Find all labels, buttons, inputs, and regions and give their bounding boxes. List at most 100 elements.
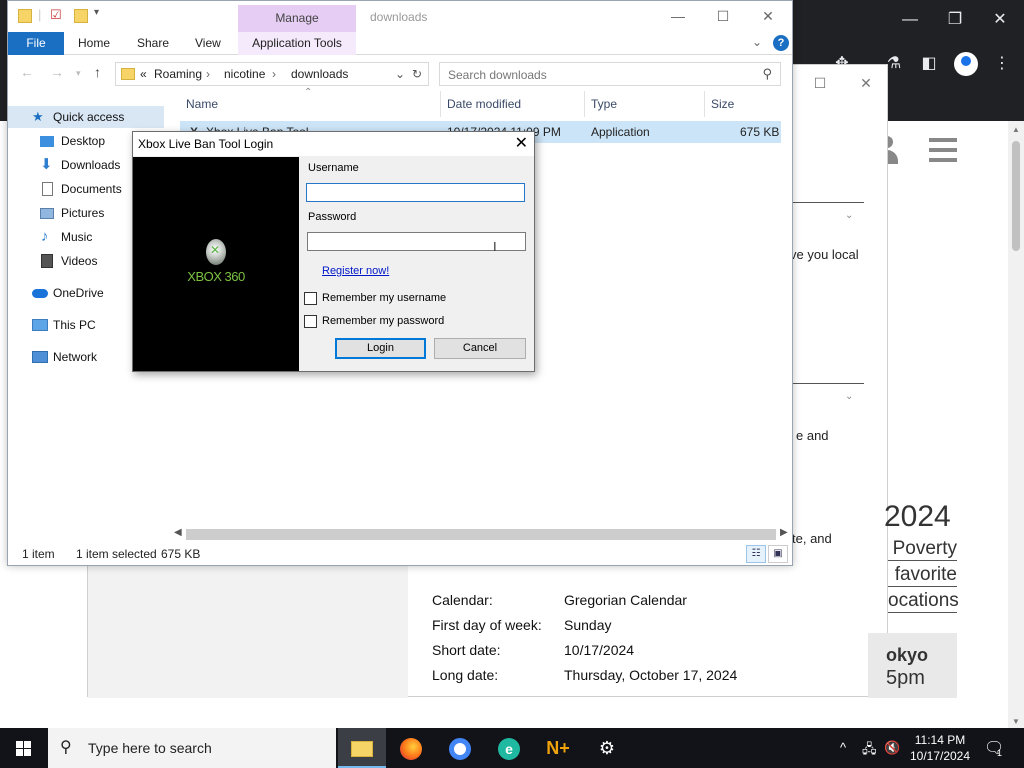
explorer-maximize-button[interactable]: ☐ bbox=[703, 5, 743, 27]
web-dialog-close-icon[interactable]: ✕ bbox=[856, 73, 876, 93]
login-titlebar[interactable]: Xbox Live Ban Tool Login ✕ bbox=[133, 132, 534, 156]
browser-restore-button[interactable]: ❐ bbox=[943, 8, 967, 32]
scroll-thumb[interactable] bbox=[1012, 141, 1020, 251]
info-value: 10/17/2024 bbox=[564, 642, 635, 658]
show-hidden-icons-icon[interactable]: ^ bbox=[840, 740, 846, 755]
scroll-right-icon[interactable]: ▶ bbox=[780, 527, 788, 538]
search-box[interactable]: Search downloads ⚲ bbox=[439, 62, 781, 86]
properties-icon[interactable]: ☑ bbox=[50, 7, 62, 23]
browser-minimize-button[interactable]: — bbox=[898, 8, 922, 32]
new-folder-icon[interactable] bbox=[74, 9, 88, 23]
sidebar-item-label: Network bbox=[53, 350, 98, 364]
register-link[interactable]: Register now! bbox=[322, 265, 389, 277]
file-explorer-taskbar-icon[interactable] bbox=[338, 728, 386, 768]
download-arrow-icon: ⬇ bbox=[40, 156, 53, 173]
chevron-down-icon[interactable]: ⌄ bbox=[845, 210, 853, 221]
expand-ribbon-icon[interactable]: ⌄ bbox=[752, 35, 762, 49]
explorer-minimize-button[interactable]: — bbox=[658, 5, 698, 27]
locations-link[interactable]: ocations bbox=[888, 590, 959, 613]
nicotine-plus-taskbar-icon[interactable]: N+ bbox=[534, 728, 582, 768]
column-divider[interactable] bbox=[440, 91, 441, 117]
text-cursor-icon: I bbox=[493, 239, 497, 254]
breadcrumb-downloads[interactable]: downloads bbox=[291, 67, 348, 81]
remember-password-label[interactable]: Remember my password bbox=[322, 315, 444, 327]
cancel-button[interactable]: Cancel bbox=[434, 338, 526, 359]
poverty-link[interactable]: Poverty bbox=[888, 538, 957, 561]
breadcrumb-separator-icon[interactable]: › bbox=[272, 67, 276, 81]
search-icon[interactable]: ⚲ bbox=[762, 66, 772, 82]
browser-close-button[interactable]: ✕ bbox=[988, 8, 1012, 32]
column-divider[interactable] bbox=[584, 91, 585, 117]
customize-toolbar-icon[interactable]: ▾ bbox=[94, 7, 99, 18]
help-icon[interactable]: ? bbox=[773, 35, 789, 51]
column-size[interactable]: Size bbox=[711, 97, 734, 111]
breadcrumb-roaming[interactable]: Roaming bbox=[154, 67, 202, 81]
web-snippet-2: e and bbox=[796, 428, 829, 443]
web-snippet-1: ve you local bbox=[790, 247, 859, 262]
favorite-link[interactable]: favorite bbox=[888, 564, 957, 587]
login-button[interactable]: Login bbox=[335, 338, 426, 359]
column-name[interactable]: Name bbox=[186, 97, 218, 111]
system-clock[interactable]: 11:14 PM 10/17/2024 bbox=[904, 732, 976, 764]
tab-share[interactable]: Share bbox=[137, 32, 169, 55]
taskbar-search[interactable]: ⚲ Type here to search bbox=[48, 728, 336, 768]
details-view-icon[interactable]: ☷ bbox=[746, 545, 766, 563]
up-arrow-icon[interactable]: ↑ bbox=[94, 64, 101, 80]
chrome-taskbar-icon[interactable] bbox=[436, 728, 484, 768]
sidebar-item-label: Quick access bbox=[53, 110, 125, 124]
profile-avatar-icon[interactable] bbox=[954, 52, 978, 76]
explorer-titlebar[interactable]: | ☑ ▾ Manage downloads — ☐ ✕ bbox=[8, 1, 792, 32]
address-bar[interactable]: « Roaming › nicotine › downloads ⌄ ↻ bbox=[115, 62, 429, 86]
scroll-down-icon[interactable]: ▼ bbox=[1012, 717, 1020, 726]
breadcrumb-separator-icon[interactable]: › bbox=[206, 67, 210, 81]
side-panel-icon[interactable]: ◧ bbox=[917, 52, 941, 76]
username-field[interactable] bbox=[306, 183, 525, 202]
network-tray-icon[interactable]: 🖧 bbox=[862, 740, 877, 762]
manage-tab[interactable]: Manage bbox=[238, 5, 356, 32]
navigation-bar: ← → ▾ ↑ « Roaming › nicotine › downloads… bbox=[8, 55, 792, 91]
sidebar-item-quick-access[interactable]: ★ Quick access bbox=[8, 106, 164, 128]
tab-file[interactable]: File bbox=[8, 32, 64, 55]
info-value: Sunday bbox=[564, 617, 612, 633]
firefox-taskbar-icon[interactable] bbox=[387, 728, 435, 768]
large-icons-view-icon[interactable]: ▣ bbox=[768, 545, 788, 563]
tab-application-tools[interactable]: Application Tools bbox=[238, 32, 356, 55]
horizontal-scrollbar[interactable]: ◀ ▶ bbox=[172, 527, 791, 541]
forward-arrow-icon[interactable]: → bbox=[50, 64, 64, 80]
browser-scrollbar[interactable]: ▲ ▼ bbox=[1008, 121, 1024, 728]
start-button[interactable] bbox=[0, 728, 48, 768]
address-dropdown-icon[interactable]: ⌄ bbox=[395, 67, 405, 81]
ribbon-tabs: File Home Share View Application Tools ⌄… bbox=[8, 32, 792, 55]
desktop-icon bbox=[40, 136, 54, 147]
edge-taskbar-icon[interactable]: e bbox=[485, 728, 533, 768]
tab-home[interactable]: Home bbox=[78, 32, 110, 55]
refresh-icon[interactable]: ↻ bbox=[412, 67, 422, 81]
breadcrumb-overflow[interactable]: « bbox=[140, 67, 147, 81]
hamburger-menu-icon[interactable] bbox=[929, 138, 957, 162]
tab-view[interactable]: View bbox=[195, 32, 221, 55]
remember-username-label[interactable]: Remember my username bbox=[322, 292, 446, 304]
close-icon[interactable]: ✕ bbox=[515, 133, 528, 153]
recent-locations-icon[interactable]: ▾ bbox=[76, 68, 81, 79]
scroll-thumb[interactable] bbox=[186, 529, 776, 540]
breadcrumb-nicotine[interactable]: nicotine bbox=[224, 67, 265, 81]
sidebar-item-label: Videos bbox=[61, 254, 98, 268]
browser-menu-icon[interactable]: ⋮ bbox=[990, 52, 1014, 76]
volume-muted-icon[interactable]: 🔇 bbox=[884, 740, 900, 756]
web-dialog-maximize-icon[interactable]: ☐ bbox=[810, 73, 830, 93]
settings-gear-icon[interactable]: ⚙ bbox=[583, 728, 631, 768]
chevron-down-icon[interactable]: ⌄ bbox=[845, 391, 853, 402]
taskbar: ⚲ Type here to search e N+ ⚙ ^ 🖧 🔇 11:14… bbox=[0, 728, 1024, 768]
remember-username-checkbox[interactable] bbox=[304, 292, 317, 305]
xbox-logo-icon bbox=[206, 239, 226, 265]
column-type[interactable]: Type bbox=[591, 97, 617, 111]
scroll-left-icon[interactable]: ◀ bbox=[174, 527, 182, 538]
city-time: 5pm bbox=[886, 667, 925, 689]
column-divider[interactable] bbox=[704, 91, 705, 117]
remember-password-checkbox[interactable] bbox=[304, 315, 317, 328]
explorer-close-button[interactable]: ✕ bbox=[748, 5, 788, 27]
network-icon bbox=[32, 351, 48, 363]
column-date-modified[interactable]: Date modified bbox=[447, 97, 521, 111]
scroll-up-icon[interactable]: ▲ bbox=[1012, 125, 1020, 134]
back-arrow-icon[interactable]: ← bbox=[20, 64, 34, 80]
